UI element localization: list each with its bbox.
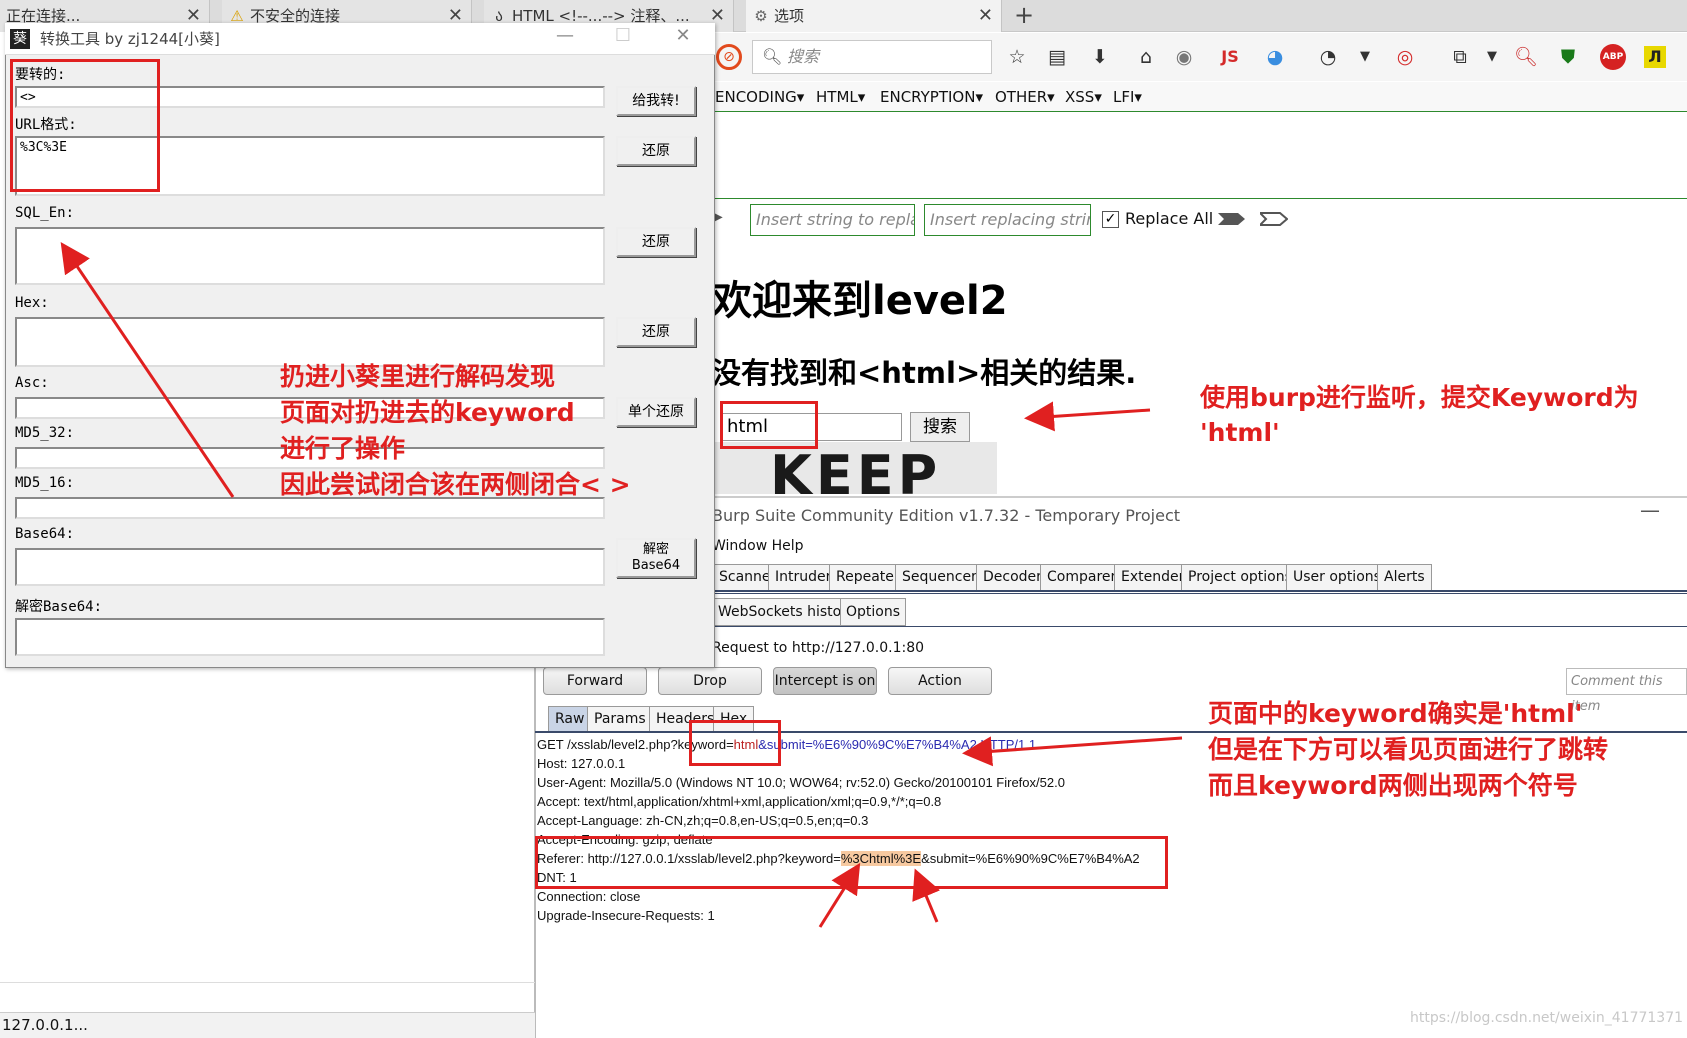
arrow-to-right-symbol [912,868,941,923]
annotation-note-burp: 使用burp进行监听，提交Keyword为 'html' [1200,383,1639,447]
arrow-to-keyword-input [1024,401,1151,432]
annotation-arrows [60,242,1183,928]
annotation-note-redirect: 页面中的keyword确实是'html' 但是在下方可以看见页面进行了跳转 而且… [1208,699,1609,800]
arrow-to-request-line [962,736,1183,767]
arrow-to-sql-field [60,242,235,498]
arrow-to-left-symbol [818,862,861,928]
annotation-note-converter: 扔进小葵里进行解码发现 页面对扔进去的keyword 进行了操作 因此尝试闭合该… [280,362,631,499]
